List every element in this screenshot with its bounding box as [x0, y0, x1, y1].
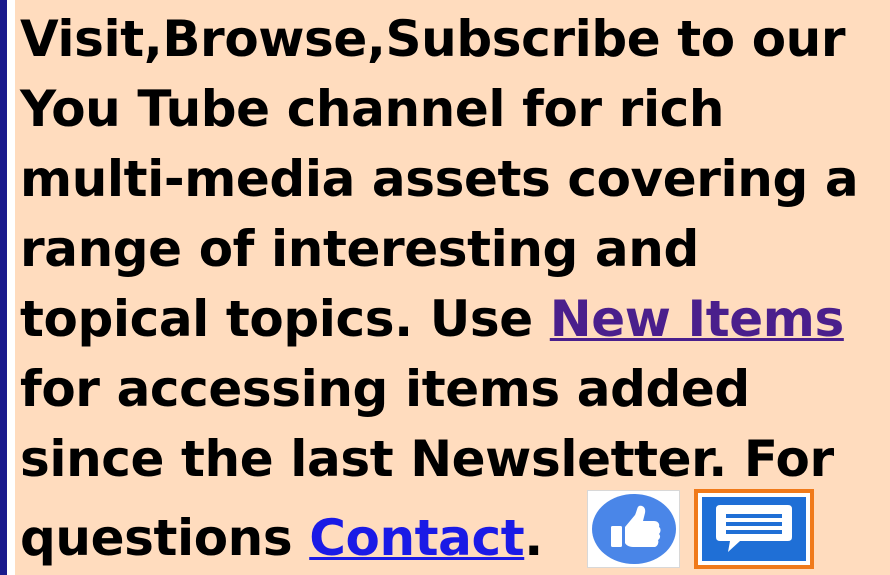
like-button[interactable] [587, 490, 680, 568]
paragraph-line-7: since the last Newsletter. For [20, 430, 834, 488]
paragraph-period: . [524, 509, 543, 567]
paragraph-line-1: Visit,Browse,Subscribe to our [20, 10, 846, 68]
paragraph-line-6: for accessing items added [20, 360, 750, 418]
paragraph-line-2: You Tube channel for rich [20, 80, 725, 138]
thumbs-up-icon [591, 494, 676, 564]
left-border-gap [7, 0, 15, 575]
comment-button[interactable] [694, 489, 814, 569]
paragraph-line-5-text: topical topics. Use [20, 290, 550, 348]
contact-link[interactable]: Contact [309, 509, 524, 567]
left-border-bar [0, 0, 7, 575]
newsletter-paragraph: Visit,Browse,Subscribe to our You Tube c… [20, 4, 890, 573]
paragraph-line-8-text: questions [20, 509, 310, 567]
comment-icon [702, 497, 806, 561]
paragraph-line-3: multi-media assets covering a [20, 150, 859, 208]
new-items-link[interactable]: New Items [550, 290, 844, 348]
paragraph-line-5: topical topics. Use New Items [20, 284, 890, 354]
paragraph-line-4: range of interesting and [20, 220, 699, 278]
